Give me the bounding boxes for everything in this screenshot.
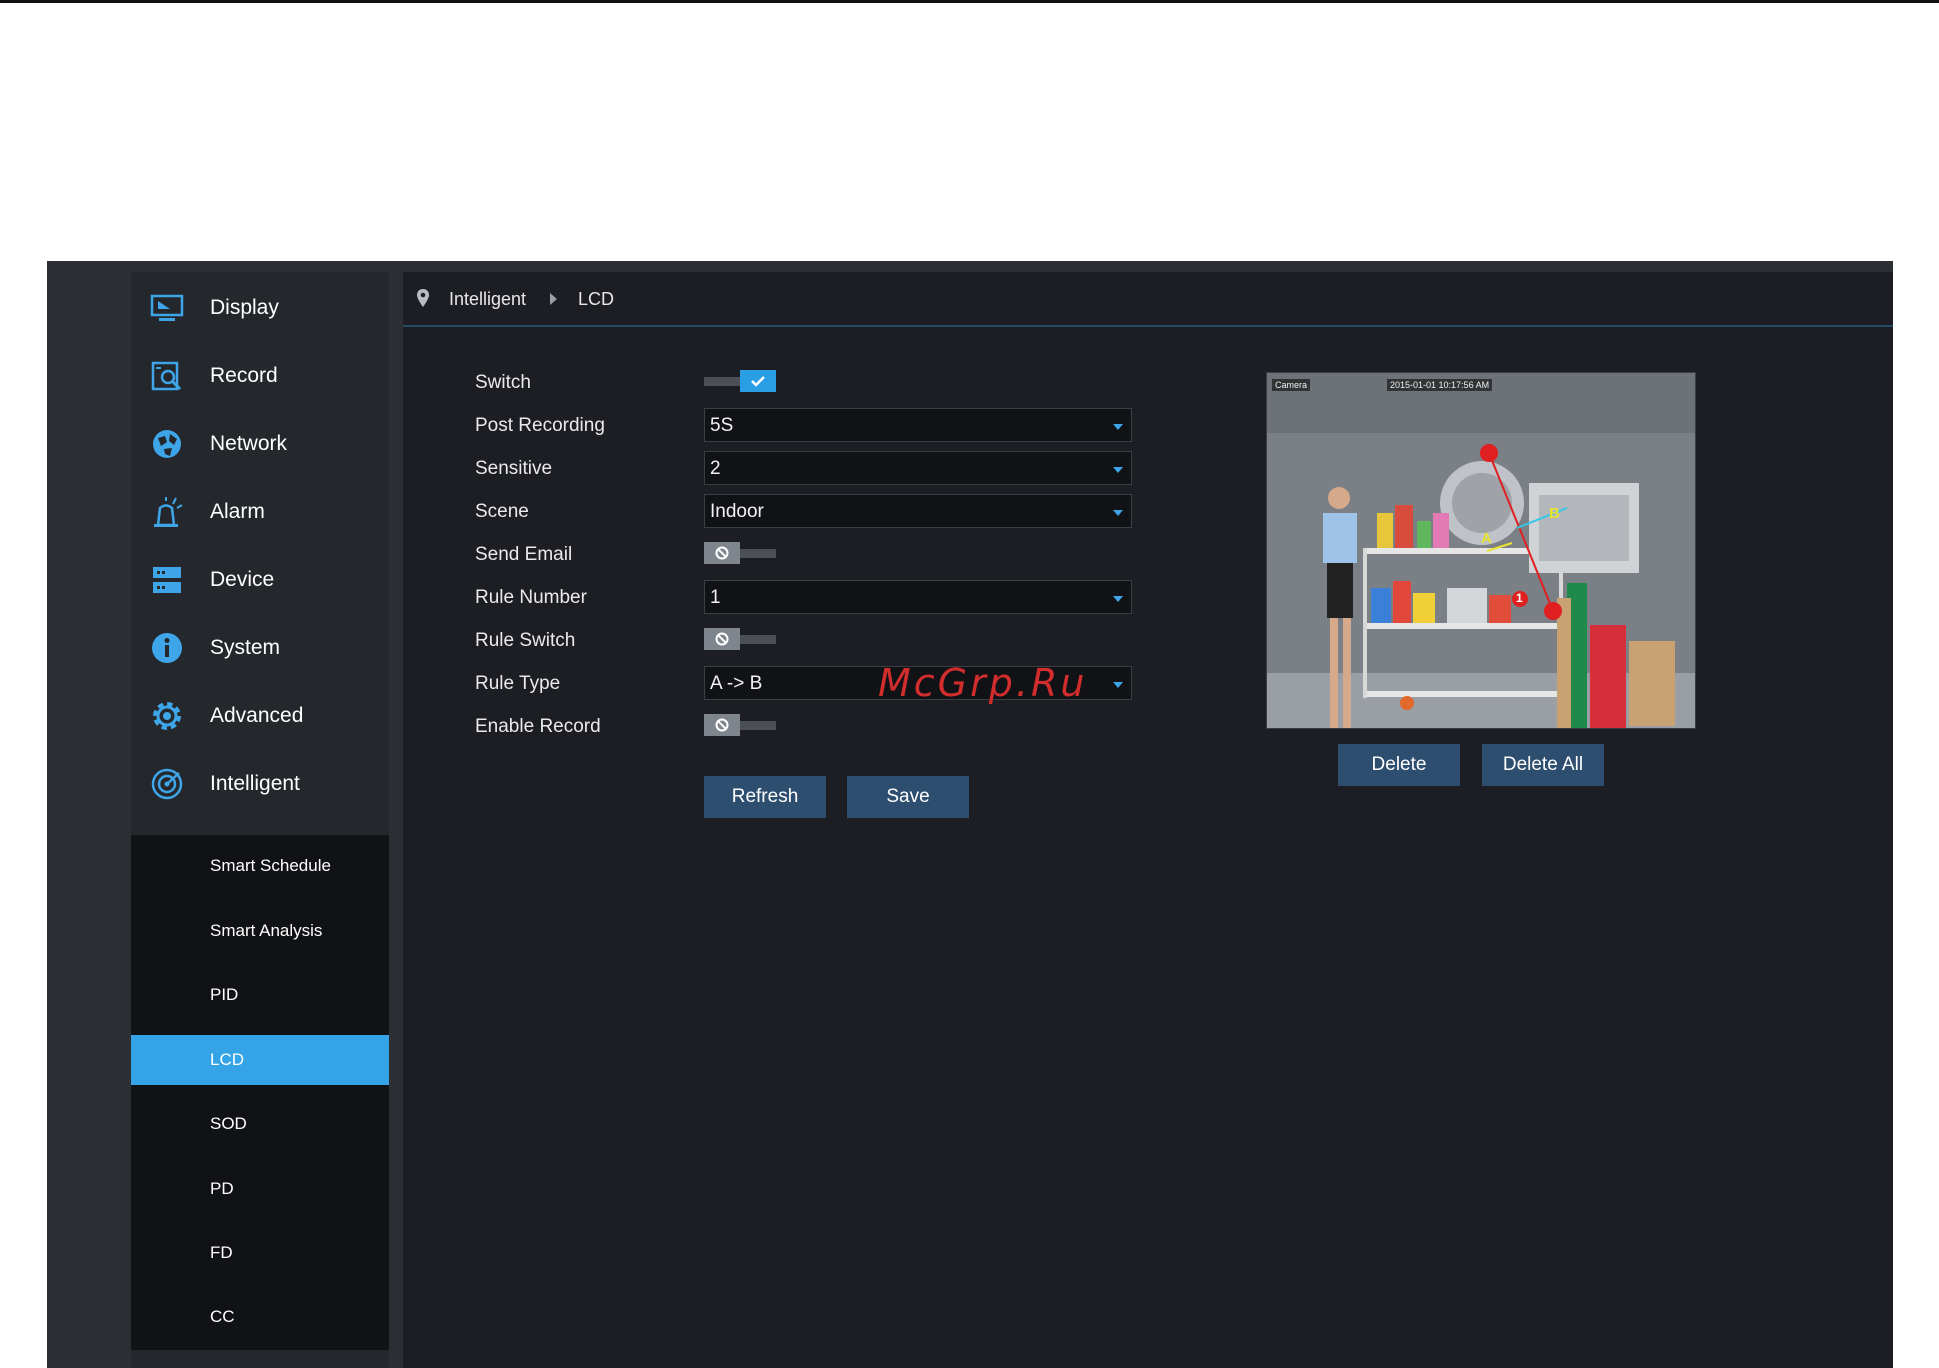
submenu-item-fd[interactable]: FD: [131, 1228, 389, 1278]
delete-all-button[interactable]: Delete All: [1482, 744, 1604, 786]
enable-record-label: Enable Record: [475, 716, 601, 737]
sensitive-select[interactable]: 2: [704, 451, 1132, 485]
camera-scene-image: [1267, 373, 1695, 728]
sidebar-item-label: Record: [210, 364, 278, 387]
enable-record-toggle[interactable]: [704, 714, 776, 736]
rule-switch-toggle[interactable]: [704, 628, 776, 650]
globe-icon: [149, 426, 185, 462]
submenu-item-label: CC: [210, 1307, 235, 1326]
sidebar-item-label: Display: [210, 296, 279, 319]
camera-preview[interactable]: Camera 2015-01-01 10:17:56 AM A B 1: [1266, 372, 1696, 729]
submenu-item-label: LCD: [210, 1050, 245, 1069]
send-email-toggle[interactable]: [704, 542, 776, 564]
line-point-a-label: A: [1481, 530, 1492, 547]
intelligent-submenu: Smart Schedule Smart Analysis PID LCD SO…: [131, 835, 389, 1350]
disabled-icon: [704, 542, 740, 564]
breadcrumb: Intelligent LCD: [403, 272, 1893, 327]
breadcrumb-current: LCD: [578, 289, 615, 309]
record-search-icon: [149, 358, 185, 394]
chevron-down-icon: [1113, 596, 1123, 602]
rule-switch-label: Rule Switch: [475, 630, 576, 651]
radar-icon: [149, 766, 185, 802]
sensitive-value: 2: [710, 458, 721, 479]
checkmark-icon: [740, 370, 776, 392]
scene-select[interactable]: Indoor: [704, 494, 1132, 528]
siren-icon: [149, 494, 185, 530]
post-recording-value: 5S: [710, 415, 734, 436]
disabled-icon: [704, 628, 740, 650]
info-icon: [149, 630, 185, 666]
sidebar-item-label: Intelligent: [210, 772, 300, 795]
submenu-item-label: Smart Schedule: [210, 856, 331, 875]
breadcrumb-arrow-icon: [550, 293, 557, 305]
rule-number-value: 1: [710, 587, 721, 608]
submenu-item-label: PD: [210, 1179, 234, 1198]
submenu-item-lcd[interactable]: LCD: [131, 1035, 389, 1085]
chevron-down-icon: [1113, 682, 1123, 688]
rule-index-badge: 1: [1516, 591, 1523, 605]
sidebar-item-advanced[interactable]: Advanced: [131, 682, 389, 750]
delete-button[interactable]: Delete: [1338, 744, 1460, 786]
sidebar-item-device[interactable]: Device: [131, 546, 389, 614]
sensitive-label: Sensitive: [475, 458, 553, 479]
chevron-down-icon: [1113, 424, 1123, 430]
gear-icon: [149, 698, 185, 734]
submenu-item-label: SOD: [210, 1114, 247, 1133]
submenu-item-cc[interactable]: CC: [131, 1292, 389, 1342]
monitor-icon: [149, 290, 185, 326]
chevron-down-icon: [1113, 467, 1123, 473]
sidebar-item-alarm[interactable]: Alarm: [131, 478, 389, 546]
sidebar-item-intelligent[interactable]: Intelligent: [131, 750, 389, 818]
sidebar-item-network[interactable]: Network: [131, 410, 389, 478]
post-recording-select[interactable]: 5S: [704, 408, 1132, 442]
storage-device-icon: [149, 562, 185, 598]
line-point-b-label: B: [1549, 505, 1560, 522]
camera-timestamp: 2015-01-01 10:17:56 AM: [1387, 379, 1493, 391]
sidebar-item-label: Network: [210, 432, 288, 455]
sidebar-item-label: Alarm: [210, 500, 265, 523]
top-divider-line: [0, 0, 1939, 3]
rule-number-label: Rule Number: [475, 587, 587, 608]
rule-number-select[interactable]: 1: [704, 580, 1132, 614]
refresh-button[interactable]: Refresh: [704, 776, 826, 818]
submenu-item-pd[interactable]: PD: [131, 1164, 389, 1214]
rule-type-label: Rule Type: [475, 673, 561, 694]
submenu-item-label: FD: [210, 1243, 233, 1262]
submenu-item-label: PID: [210, 985, 239, 1004]
location-pin-icon: [415, 288, 431, 308]
sidebar: Display Record Network Alarm Device Syst…: [131, 272, 389, 1368]
save-button[interactable]: Save: [847, 776, 969, 818]
switch-label: Switch: [475, 372, 531, 393]
camera-label: Camera: [1272, 379, 1311, 391]
submenu-item-smart-schedule[interactable]: Smart Schedule: [131, 841, 389, 891]
submenu-item-sod[interactable]: SOD: [131, 1099, 389, 1149]
sidebar-item-record[interactable]: Record: [131, 342, 389, 410]
breadcrumb-parent[interactable]: Intelligent: [449, 289, 526, 310]
scene-value: Indoor: [710, 501, 764, 522]
sidebar-item-system[interactable]: System: [131, 614, 389, 682]
scene-label: Scene: [475, 501, 529, 522]
rule-type-value: A -> B: [710, 673, 763, 694]
chevron-down-icon: [1113, 510, 1123, 516]
send-email-label: Send Email: [475, 544, 573, 565]
app-window: Display Record Network Alarm Device Syst…: [47, 261, 1893, 1368]
main-panel: Intelligent LCD Switch Post Recording 5S…: [403, 272, 1893, 1368]
sidebar-item-display[interactable]: Display: [131, 274, 389, 342]
disabled-icon: [704, 714, 740, 736]
sidebar-item-label: Device: [210, 568, 275, 591]
sidebar-item-label: Advanced: [210, 704, 304, 727]
post-recording-label: Post Recording: [475, 415, 605, 436]
submenu-item-label: Smart Analysis: [210, 921, 323, 940]
submenu-item-pid[interactable]: PID: [131, 970, 389, 1020]
submenu-item-smart-analysis[interactable]: Smart Analysis: [131, 906, 389, 956]
switch-toggle[interactable]: [704, 370, 776, 392]
sidebar-item-label: System: [210, 636, 281, 659]
watermark: McGrp.Ru: [878, 661, 1088, 705]
